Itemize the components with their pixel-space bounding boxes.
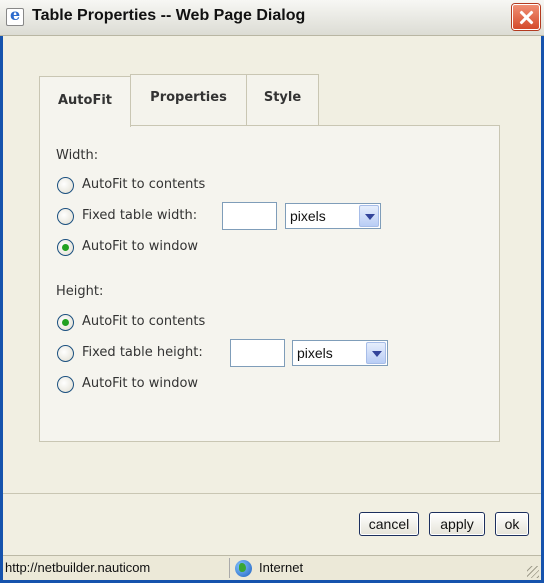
status-divider	[229, 558, 230, 578]
dialog-window: Table Properties -- Web Page Dialog Auto…	[0, 0, 544, 583]
width-value-input[interactable]	[222, 202, 277, 230]
height-value-input[interactable]	[230, 339, 285, 367]
height-unit-value: pixels	[297, 345, 333, 361]
radio-label: AutoFit to window	[82, 376, 199, 391]
tab-autofit[interactable]: AutoFit	[39, 76, 131, 127]
status-url: http://netbuilder.nauticom	[5, 560, 151, 575]
window-title: Table Properties -- Web Page Dialog	[32, 7, 306, 24]
height-autofit-window-radio[interactable]	[57, 376, 74, 393]
chevron-down-icon[interactable]	[359, 205, 379, 227]
autofit-panel: Width: AutoFit to contents Fixed table w…	[39, 125, 500, 442]
dialog-body: AutoFit Properties Style Width: AutoFit …	[3, 36, 541, 486]
height-label: Height:	[56, 284, 104, 299]
resize-grip[interactable]	[527, 566, 539, 578]
globe-icon	[235, 560, 252, 577]
internet-explorer-icon	[6, 5, 24, 26]
height-fixed-radio[interactable]	[57, 345, 74, 362]
radio-label: AutoFit to window	[82, 239, 199, 254]
security-zone: Internet	[259, 560, 304, 575]
radio-label: AutoFit to contents	[82, 177, 206, 192]
width-autofit-contents-radio[interactable]	[57, 177, 74, 194]
ok-button[interactable]: ok	[495, 512, 529, 536]
chevron-down-icon[interactable]	[366, 342, 386, 364]
title-bar[interactable]: Table Properties -- Web Page Dialog	[0, 0, 544, 36]
cancel-button[interactable]: cancel	[359, 512, 419, 536]
height-autofit-contents-radio[interactable]	[57, 314, 74, 331]
close-button[interactable]	[512, 4, 540, 30]
status-bar: http://netbuilder.nauticom Internet	[3, 555, 541, 580]
tab-style[interactable]: Style	[246, 74, 319, 126]
height-unit-select[interactable]: pixels	[292, 340, 388, 366]
tab-properties[interactable]: Properties	[130, 74, 247, 126]
radio-label: Fixed table height:	[82, 345, 203, 360]
width-autofit-window-radio[interactable]	[57, 239, 74, 256]
radio-label: Fixed table width:	[82, 208, 198, 223]
width-unit-select[interactable]: pixels	[285, 203, 381, 229]
apply-button[interactable]: apply	[429, 512, 485, 536]
width-label: Width:	[56, 148, 99, 163]
width-fixed-radio[interactable]	[57, 208, 74, 225]
radio-label: AutoFit to contents	[82, 314, 206, 329]
footer-divider	[3, 493, 541, 494]
width-unit-value: pixels	[290, 208, 326, 224]
